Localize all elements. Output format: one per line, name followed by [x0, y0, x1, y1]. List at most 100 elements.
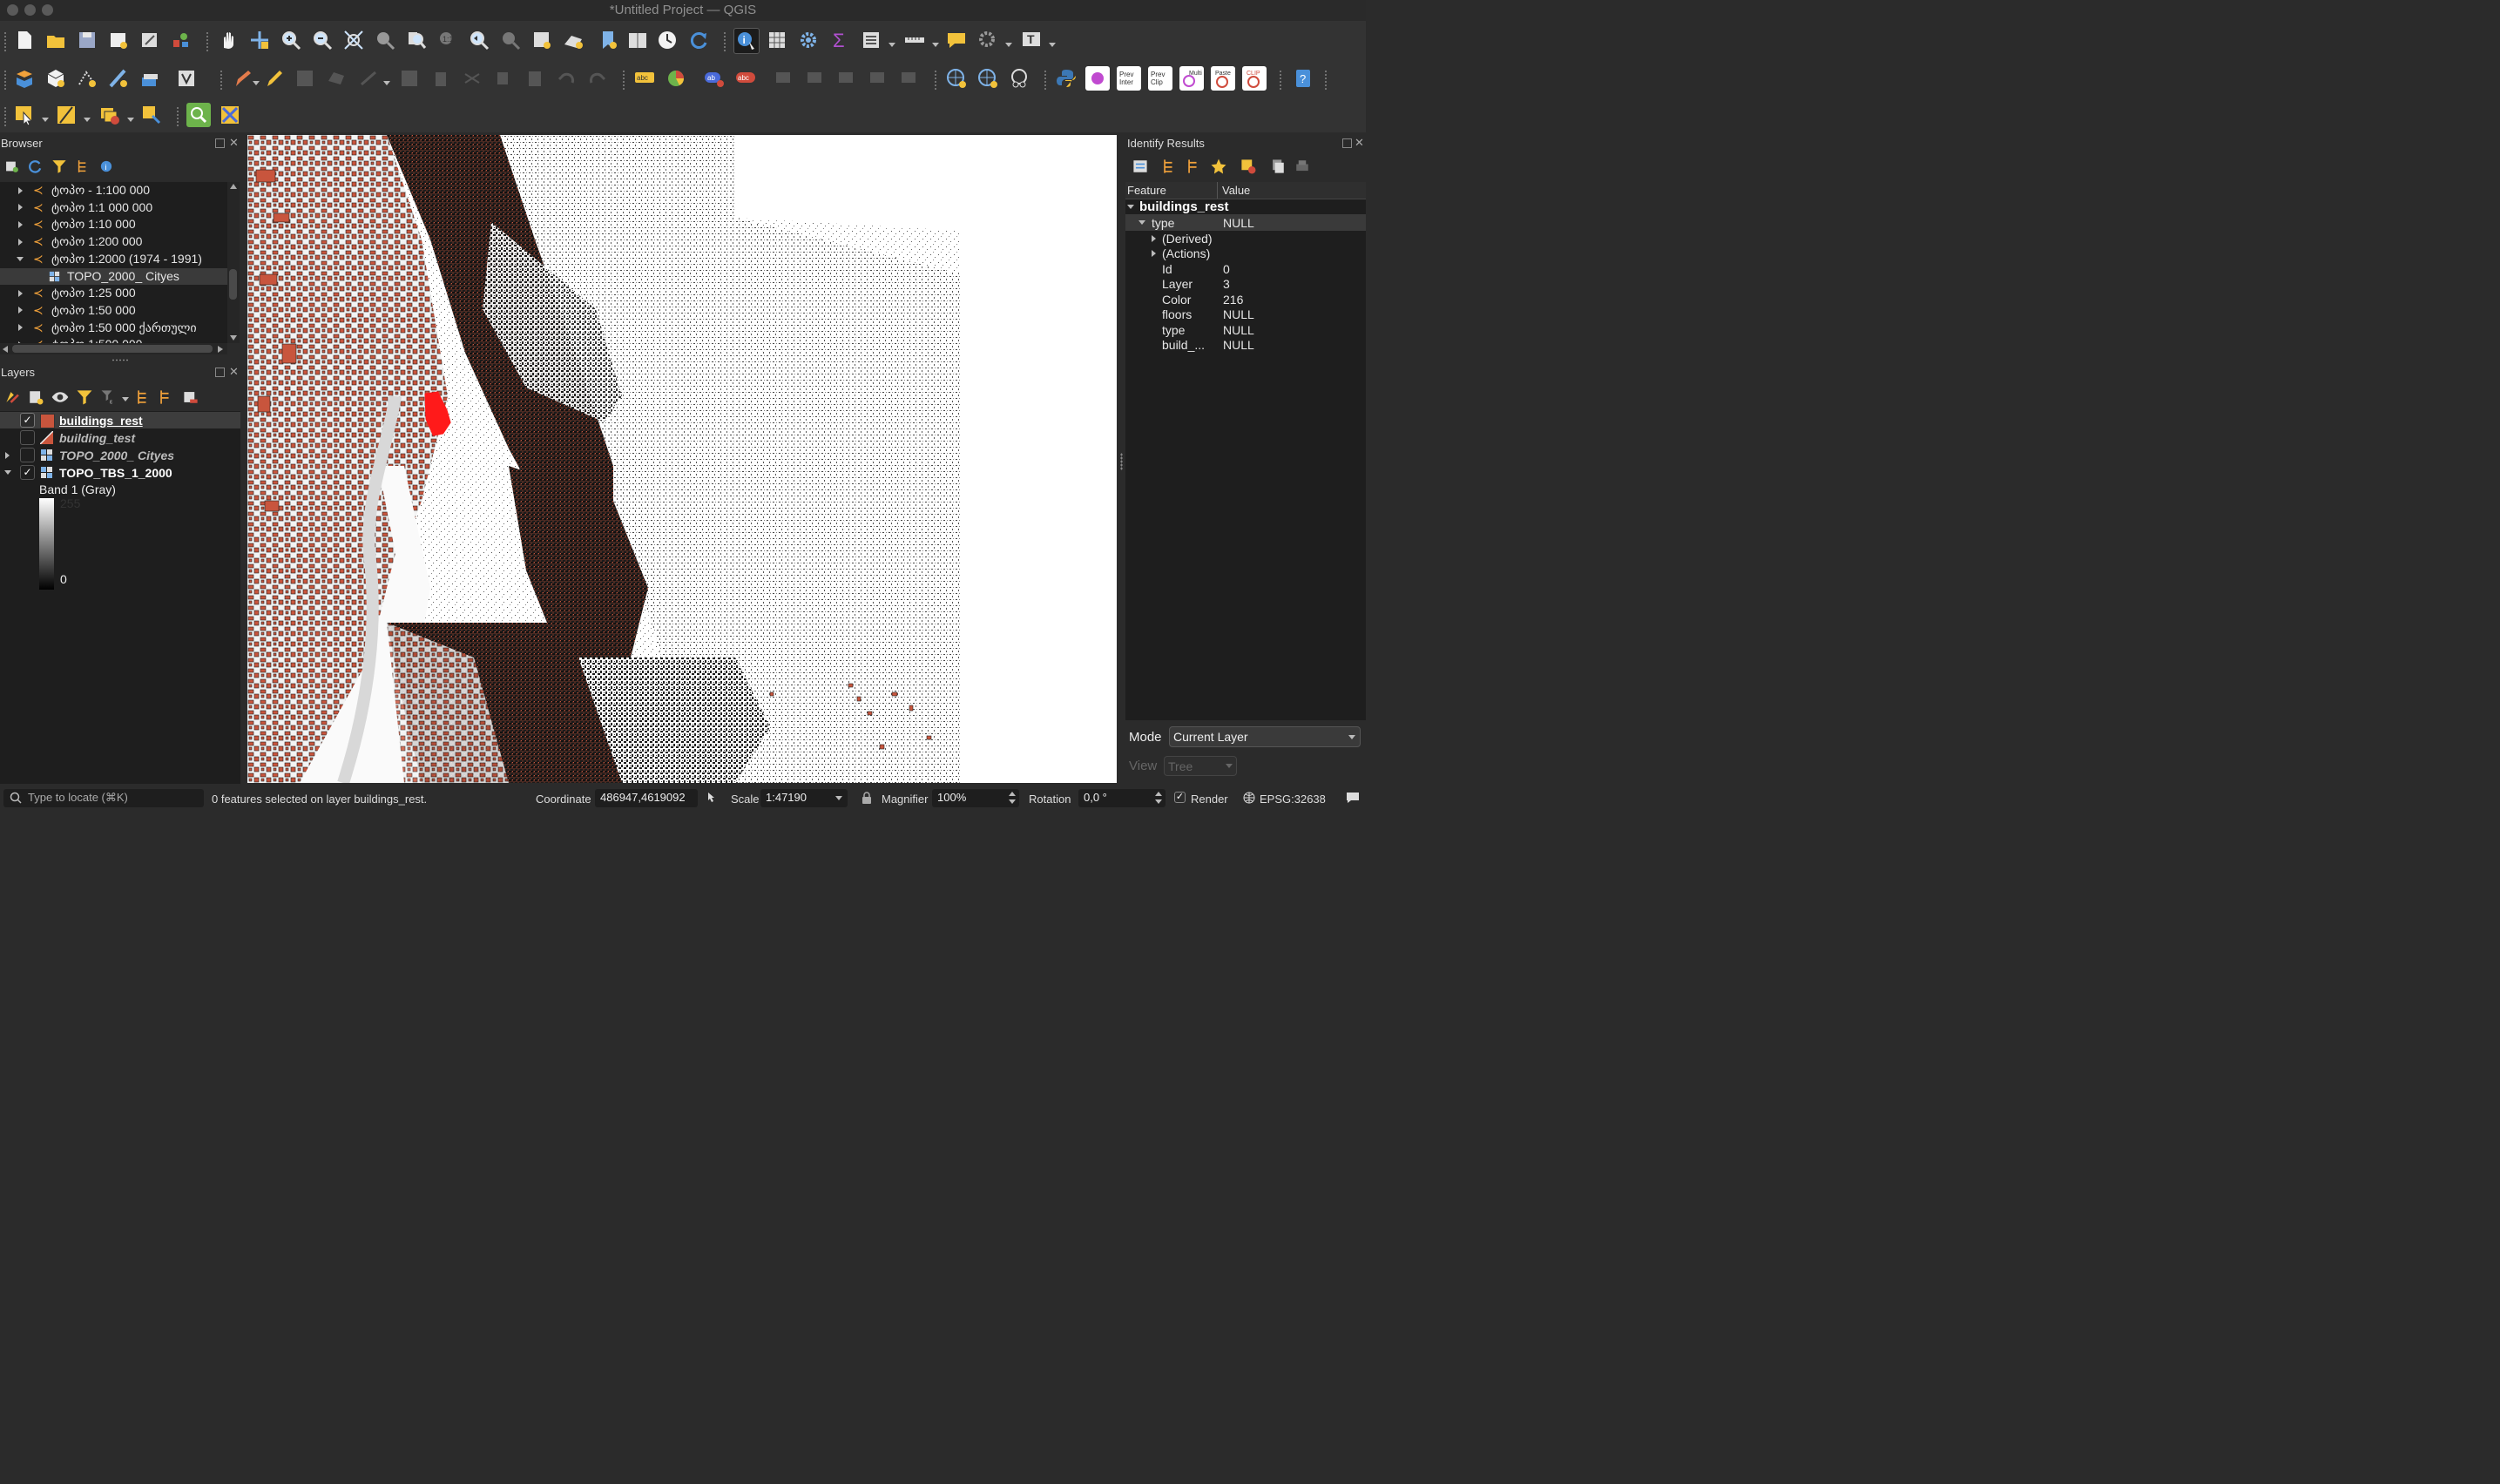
open-form-icon[interactable]: [1131, 156, 1150, 177]
dropdown-arrow-icon[interactable]: [122, 397, 129, 401]
actions-group-row[interactable]: (Actions): [1125, 245, 1366, 261]
browser-horizontal-scrollbar[interactable]: [0, 343, 227, 354]
processing-plugin-icon[interactable]: [218, 103, 242, 127]
toolbar-grip[interactable]: [3, 106, 7, 127]
spin-up-icon[interactable]: [1009, 792, 1016, 796]
expand-all-icon[interactable]: [134, 387, 153, 408]
result-layer-row[interactable]: buildings_rest: [1125, 199, 1366, 215]
attribute-row[interactable]: floors NULL: [1125, 307, 1366, 323]
browser-item[interactable]: ≺ ტოპო - 1:100 000: [0, 182, 227, 199]
attribute-row[interactable]: Id 0: [1125, 260, 1366, 277]
toolbar-grip[interactable]: [1324, 70, 1328, 91]
lock-scale-icon[interactable]: [861, 791, 873, 805]
dropdown-arrow-icon[interactable]: [1005, 43, 1012, 47]
pan-to-selection-icon[interactable]: [247, 28, 272, 52]
label-properties-icon[interactable]: [897, 66, 922, 91]
collapse-arrow-icon[interactable]: [17, 256, 24, 261]
help-icon[interactable]: ?: [1291, 66, 1315, 91]
scroll-thumb[interactable]: [12, 345, 213, 353]
refresh-icon[interactable]: [686, 28, 711, 52]
add-selected-layers-icon[interactable]: [3, 156, 21, 177]
attribute-row[interactable]: build_... NULL: [1125, 337, 1366, 354]
browser-item[interactable]: ≺ ტოპო 1:50 000: [0, 302, 227, 319]
float-panel-icon[interactable]: [215, 138, 225, 148]
prev-inter-plugin-icon[interactable]: Prev Inter: [1117, 66, 1141, 91]
add-wms-layer-icon[interactable]: [944, 66, 969, 91]
settings-gear-icon[interactable]: [796, 28, 821, 52]
new-3d-map-view-icon[interactable]: [561, 28, 585, 52]
browser-item[interactable]: ≺ ტოპო 1:25 000: [0, 285, 227, 301]
new-print-layout-icon[interactable]: [106, 28, 131, 52]
scroll-up-arrow-icon[interactable]: [230, 184, 237, 189]
expand-arrow-icon[interactable]: [18, 204, 23, 212]
add-group-icon[interactable]: [26, 387, 45, 408]
toolbar-grip[interactable]: [723, 31, 726, 52]
dropdown-arrow-icon[interactable]: [127, 118, 134, 122]
close-panel-icon[interactable]: ✕: [229, 366, 239, 377]
toolbar-grip[interactable]: [934, 70, 937, 91]
expand-arrow-icon[interactable]: [18, 186, 23, 194]
rotation-spinbox[interactable]: 0,0 °: [1078, 789, 1166, 807]
browser-item[interactable]: ≺ ტოპო 1:10 000: [0, 216, 227, 233]
toolbar-grip[interactable]: [206, 31, 209, 52]
zoom-full-icon[interactable]: [341, 28, 366, 52]
browser-item[interactable]: ≺ ტოპო 1:500 000: [0, 336, 227, 343]
pin-unpin-labels-icon[interactable]: abc: [733, 66, 758, 91]
move-label-icon[interactable]: [803, 66, 828, 91]
toolbar-grip[interactable]: [3, 70, 7, 91]
zoom-native-icon[interactable]: 1:1: [436, 28, 460, 52]
select-by-expression-icon[interactable]: [54, 103, 78, 127]
metasearch-icon[interactable]: [1007, 66, 1031, 91]
expand-arrow-icon[interactable]: [1152, 234, 1156, 242]
layer-row-topo-2000-cityes[interactable]: TOPO_2000_ Cityes: [0, 447, 240, 463]
print-response-icon[interactable]: [1293, 156, 1312, 177]
text-annotation-icon[interactable]: T: [1019, 28, 1044, 52]
locator-search-icon[interactable]: [186, 103, 211, 127]
copy-feature-icon[interactable]: [1268, 156, 1287, 177]
collapse-tree-icon[interactable]: [1185, 156, 1204, 177]
collapse-arrow-icon[interactable]: [1139, 220, 1145, 225]
vertex-tool-icon[interactable]: [357, 66, 382, 91]
filter-legend-icon[interactable]: [75, 387, 94, 408]
attribute-row[interactable]: Layer 3: [1125, 276, 1366, 293]
collapse-all-icon[interactable]: [75, 156, 92, 177]
layout-manager-icon[interactable]: [138, 28, 162, 52]
dropdown-arrow-icon[interactable]: [932, 43, 939, 47]
dropdown-arrow-icon[interactable]: [42, 118, 49, 122]
browser-item[interactable]: ≺ ტოპო 1:1 000 000: [0, 199, 227, 216]
expand-arrow-icon[interactable]: [18, 238, 23, 246]
refresh-browser-icon[interactable]: [26, 156, 44, 177]
new-vector-tile-layer-icon[interactable]: [174, 66, 199, 91]
dropdown-arrow-icon[interactable]: [84, 118, 91, 122]
toolbar-grip[interactable]: [176, 106, 179, 127]
zoom-in-icon[interactable]: [279, 28, 303, 52]
style-manager-icon[interactable]: [169, 28, 193, 52]
collapse-all-icon[interactable]: [157, 387, 176, 408]
highlight-pinned-labels-icon[interactable]: ab: [702, 66, 726, 91]
toggle-extents-mouse-icon[interactable]: [704, 791, 718, 805]
new-geopackage-layer-icon[interactable]: [44, 66, 68, 91]
layer-diagram-options-icon[interactable]: [664, 66, 688, 91]
pan-map-icon[interactable]: [216, 28, 240, 52]
mode-select[interactable]: Current Layer: [1169, 726, 1361, 747]
copy-features-icon[interactable]: [491, 66, 516, 91]
browser-item-child[interactable]: TOPO_2000_ Cityes: [0, 267, 227, 285]
result-feature-row[interactable]: type NULL: [1125, 214, 1366, 231]
add-polygon-feature-icon[interactable]: [324, 66, 348, 91]
cut-features-icon[interactable]: [460, 66, 484, 91]
collapse-arrow-icon[interactable]: [1127, 205, 1134, 209]
scroll-thumb[interactable]: [229, 269, 237, 300]
show-hide-labels-icon[interactable]: [772, 66, 796, 91]
paste-inverse-plugin-icon[interactable]: Paste: [1211, 66, 1235, 91]
deselect-features-icon[interactable]: [98, 103, 122, 127]
python-console-icon[interactable]: [1054, 66, 1078, 91]
prev-clip-plugin-icon[interactable]: Prev Clip: [1148, 66, 1172, 91]
temporal-controller-icon[interactable]: [655, 28, 679, 52]
properties-info-icon[interactable]: i: [98, 156, 115, 177]
render-checkbox[interactable]: ✓: [1174, 792, 1186, 803]
spin-down-icon[interactable]: [1009, 799, 1016, 804]
zoom-to-selection-icon[interactable]: [373, 28, 397, 52]
expand-new-results-icon[interactable]: [1209, 156, 1228, 177]
zoom-to-layer-icon[interactable]: [404, 28, 429, 52]
open-attribute-table-icon[interactable]: [765, 28, 789, 52]
